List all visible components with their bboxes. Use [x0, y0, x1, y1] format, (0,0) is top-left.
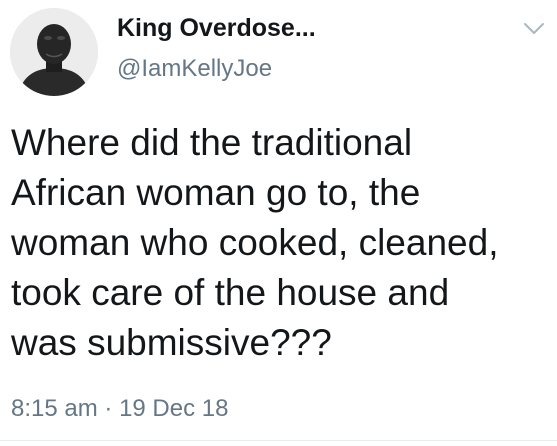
tweet-date: 19 Dec 18 [119, 395, 229, 422]
chevron-down-icon[interactable] [523, 22, 545, 36]
tweet-text: Where did the traditional African woman … [11, 122, 499, 363]
avatar[interactable] [10, 8, 98, 96]
author-handle[interactable]: @IamKellyJoe [117, 55, 272, 83]
divider [0, 440, 557, 441]
author-display-name[interactable]: King Overdose... [117, 14, 316, 43]
tweet-timestamp[interactable]: 8:15 am · 19 Dec 18 [11, 395, 228, 423]
timestamp-separator: · [104, 395, 113, 422]
person-photo-avatar [10, 8, 98, 96]
tweet-card: King Overdose... @IamKellyJoe Where did … [0, 0, 557, 446]
tweet-time: 8:15 am [11, 395, 98, 422]
